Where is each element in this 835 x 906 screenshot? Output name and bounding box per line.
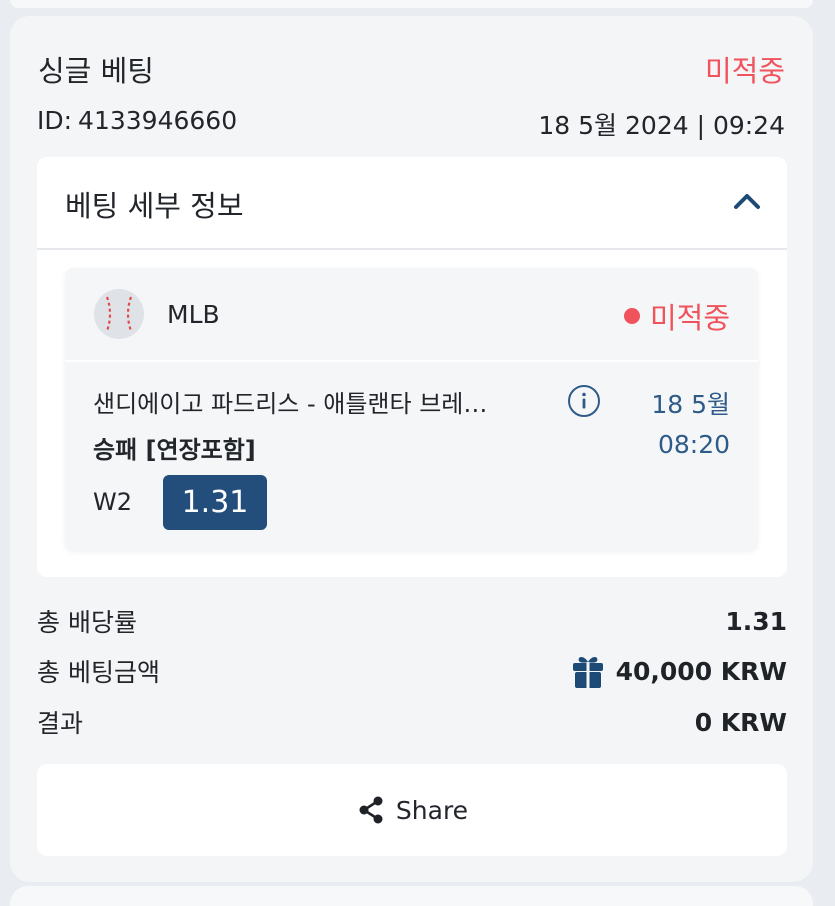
bet-id-label: ID: [37, 106, 73, 135]
bet-status: 미적중 [704, 54, 785, 88]
info-icon[interactable] [567, 384, 601, 418]
bet-details-title: 베팅 세부 정보 [65, 189, 244, 223]
league-name: MLB [167, 300, 220, 329]
share-button[interactable]: Share [37, 764, 787, 856]
result-label: 결과 [37, 709, 84, 738]
match-name: 샌디에이고 파드리스 - 애틀랜타 브레… [93, 390, 488, 418]
bet-type-title: 싱글 베팅 [38, 54, 154, 88]
result-row: 결과 0 KRW [37, 702, 787, 742]
share-icon [359, 796, 383, 824]
total-odds-label: 총 배당률 [37, 608, 137, 637]
bet-details-header[interactable]: 베팅 세부 정보 [37, 157, 787, 250]
share-label: Share [395, 795, 469, 825]
next-card-edge [10, 886, 813, 906]
collapse-button[interactable] [729, 183, 765, 219]
previous-card-edge [10, 0, 813, 8]
event-card: MLB 미적중 샌디에이고 파드리스 - 애틀랜타 브레… 18 5월 승패 [… [65, 268, 758, 550]
total-stake-row: 총 베팅금액 40,000 KRW [37, 651, 787, 691]
total-odds-value: 1.31 [725, 606, 787, 636]
bet-card: 싱글 베팅 미적중 ID: 4133946660 18 5월 2024 | 09:… [10, 16, 813, 882]
event-date: 18 5월 [651, 390, 730, 419]
bet-details-panel: 베팅 세부 정보 MLB 미적중 샌디에이고 파드리스 - 애틀랜타 브레… 1… [37, 157, 787, 577]
total-stake-label: 총 베팅금액 [37, 658, 160, 687]
total-stake-value: 40,000 KRW [615, 656, 787, 686]
odds-badge: 1.31 [163, 475, 267, 530]
baseball-icon [94, 289, 144, 339]
event-time: 08:20 [657, 430, 730, 459]
status-dot-icon [623, 308, 640, 324]
bet-datetime: 18 5월 2024 | 09:24 [538, 111, 785, 140]
event-status: 미적중 [623, 295, 730, 337]
gift-icon [572, 657, 603, 688]
market-name: 승패 [연장포함] [93, 436, 256, 464]
selection-label: W2 [93, 488, 132, 516]
bet-id: ID: 4133946660 [37, 106, 237, 135]
result-value: 0 KRW [694, 707, 787, 737]
chevron-up-icon [734, 194, 760, 209]
bet-id-value: 4133946660 [78, 106, 238, 135]
total-stake: 40,000 KRW [572, 653, 787, 689]
event-status-label: 미적중 [649, 301, 730, 335]
total-odds-row: 총 배당률 1.31 [37, 601, 787, 641]
league-row: MLB 미적중 [65, 268, 758, 362]
